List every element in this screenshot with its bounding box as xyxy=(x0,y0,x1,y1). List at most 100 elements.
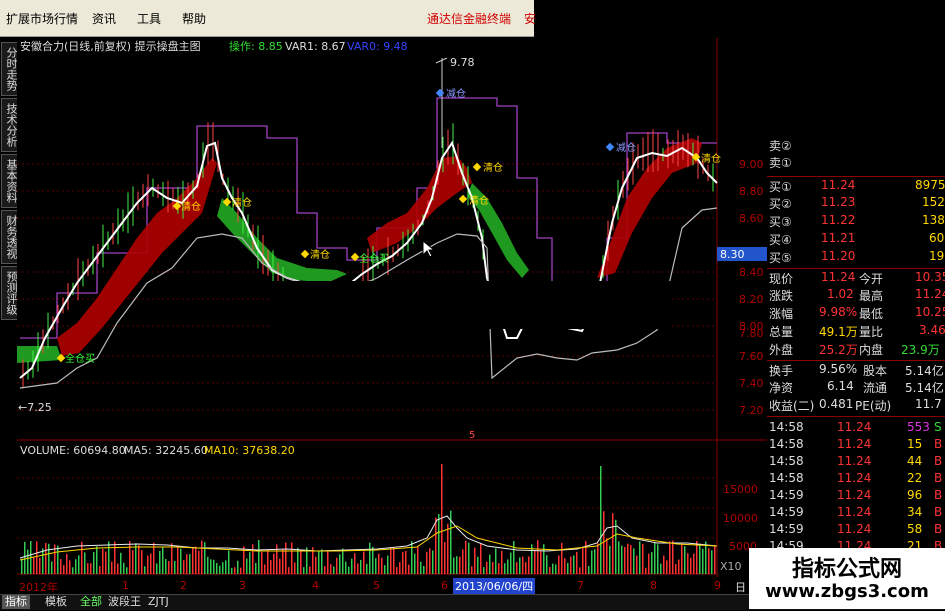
volume-bar xyxy=(360,559,362,574)
ask-row[interactable]: 卖② xyxy=(767,136,945,153)
mid-marker: 5 xyxy=(469,430,475,441)
indicator-var0: VAR0: 9.48 xyxy=(347,40,408,53)
volume-bar xyxy=(42,548,44,574)
volume-bar xyxy=(189,554,191,574)
volume-bar xyxy=(297,547,299,574)
quote-value: 1.02 xyxy=(827,287,854,301)
tab-all[interactable]: 全部 xyxy=(77,595,105,609)
volume-bar xyxy=(282,549,284,574)
bid-row[interactable]: 买⑤ 11.20 19 xyxy=(767,248,945,265)
volume-bar xyxy=(201,540,203,574)
volume-bar xyxy=(447,523,449,574)
price-tick: 8.60 xyxy=(739,212,764,225)
volume-bar xyxy=(345,561,347,574)
volume-bar xyxy=(57,545,59,574)
tab-rating[interactable]: 预测评级 xyxy=(1,266,18,320)
tick-row: 14:58 11.24 15 B xyxy=(767,436,945,453)
volume-bar xyxy=(177,546,179,574)
date-tick: 6 xyxy=(441,579,448,592)
bid-volume: 138 xyxy=(922,213,945,227)
menu-extended-market[interactable]: 扩展市场行情 xyxy=(6,10,78,27)
tab-indicator[interactable]: 指标 xyxy=(2,595,30,609)
tab-profile[interactable]: 基本资料 xyxy=(1,154,18,208)
tick-price: 11.24 xyxy=(837,505,872,519)
tick-time: 14:58 xyxy=(769,420,804,434)
bid-row[interactable]: 买② 11.23 152 xyxy=(767,194,945,211)
quote-row: 外盘 25.2万 内盘 23.9万 xyxy=(767,340,945,357)
volume-bar xyxy=(186,554,188,574)
quote-key: 总量 xyxy=(769,325,794,339)
tick-flag: B xyxy=(934,488,943,502)
volume-bar xyxy=(372,546,374,574)
tab-template[interactable]: 模板 xyxy=(42,595,70,609)
price-tick: 7.40 xyxy=(739,377,764,390)
tick-price: 11.24 xyxy=(837,471,872,485)
left-tab-strip: 分时走势 技术分析 基本资料 财务透视 预测评级 xyxy=(0,38,18,594)
menu-help[interactable]: 帮助 xyxy=(182,10,206,27)
volume-bar xyxy=(222,562,224,574)
watermark-logo: 指标公式网 www.zbgs3.com xyxy=(749,548,945,609)
volume-bar xyxy=(507,559,509,574)
menu-info[interactable]: 资讯 xyxy=(92,10,116,27)
volume-bar xyxy=(300,551,302,574)
bid-row[interactable]: 买④ 11.21 60 xyxy=(767,230,945,247)
volume-bar xyxy=(552,563,554,574)
brand-title: 通达信金融终端 xyxy=(427,12,512,26)
volume-bar xyxy=(714,545,716,574)
volume-bar xyxy=(660,563,662,574)
volume-bar xyxy=(528,556,530,574)
volume-bar xyxy=(600,466,602,574)
volume-bar xyxy=(195,546,197,574)
tab-financial[interactable]: 财务透视 xyxy=(1,210,18,264)
tick-flag: B xyxy=(934,471,943,485)
menu-tools[interactable]: 工具 xyxy=(137,10,161,27)
volume-bar xyxy=(633,548,635,574)
volume-bar xyxy=(393,547,395,574)
volume-ma5: MA5: 32245.60 xyxy=(124,444,208,457)
quote-value: 9.98% xyxy=(819,305,858,319)
signal-buy-1: 全仓买 xyxy=(65,352,95,365)
price-tick: 8.80 xyxy=(739,185,764,198)
tab-zjtj[interactable]: ZJTJ xyxy=(145,595,172,609)
signal-clear-2: 清仓 xyxy=(232,196,252,209)
volume-bar xyxy=(237,560,239,574)
ask-row[interactable]: 卖① xyxy=(767,153,945,170)
quote-value: 23.9万 xyxy=(901,343,940,357)
volume-bar xyxy=(558,555,560,574)
volume-bar xyxy=(657,544,659,574)
indicator-operate: 操作: 8.85 xyxy=(229,39,283,53)
volume-bar xyxy=(108,541,110,574)
tab-technical[interactable]: 技术分析 xyxy=(1,98,18,152)
volume-bar xyxy=(348,566,350,574)
tab-intraday[interactable]: 分时走势 xyxy=(1,42,18,96)
volume-bar xyxy=(540,550,542,574)
tab-band-king[interactable]: 波段王 xyxy=(105,595,144,609)
volume-bar xyxy=(204,542,206,574)
quote-key: 涨幅 xyxy=(769,307,794,321)
fund-key: 收益(二) xyxy=(769,399,815,413)
volume-bar xyxy=(549,567,551,574)
quote-row: 总量 49.1万 量比 3.46 xyxy=(767,322,945,339)
fund-key: 流通 xyxy=(863,381,888,395)
volume-bar xyxy=(441,464,443,574)
quote-value: 10.25 xyxy=(915,305,945,319)
volume-bar xyxy=(474,547,476,574)
volume-bar xyxy=(663,555,665,574)
volume-bar xyxy=(435,517,437,574)
kline-chart[interactable]: 安徽合力(日线,前复权) 提示操盘主图 操作: 8.85 VAR1: 8.67 … xyxy=(17,38,767,578)
fund-key: 净资 xyxy=(769,381,794,395)
volume-bar xyxy=(378,553,380,574)
volume-bar xyxy=(84,552,86,574)
volume-bar xyxy=(420,561,422,574)
volume-bar xyxy=(579,567,581,574)
volume-bar xyxy=(459,556,461,574)
volume-bar xyxy=(198,550,200,574)
bid-row[interactable]: 买① 11.24 8975 xyxy=(767,176,945,194)
signal-buy-2: 全仓买 xyxy=(359,252,389,265)
date-highlight: 2013/06/06/四 xyxy=(453,578,536,594)
volume-bar xyxy=(165,558,167,574)
bid-row[interactable]: 买③ 11.22 138 xyxy=(767,212,945,229)
volume-bar xyxy=(324,566,326,574)
volume-bar xyxy=(123,562,125,574)
tick-flag: B xyxy=(934,437,943,451)
